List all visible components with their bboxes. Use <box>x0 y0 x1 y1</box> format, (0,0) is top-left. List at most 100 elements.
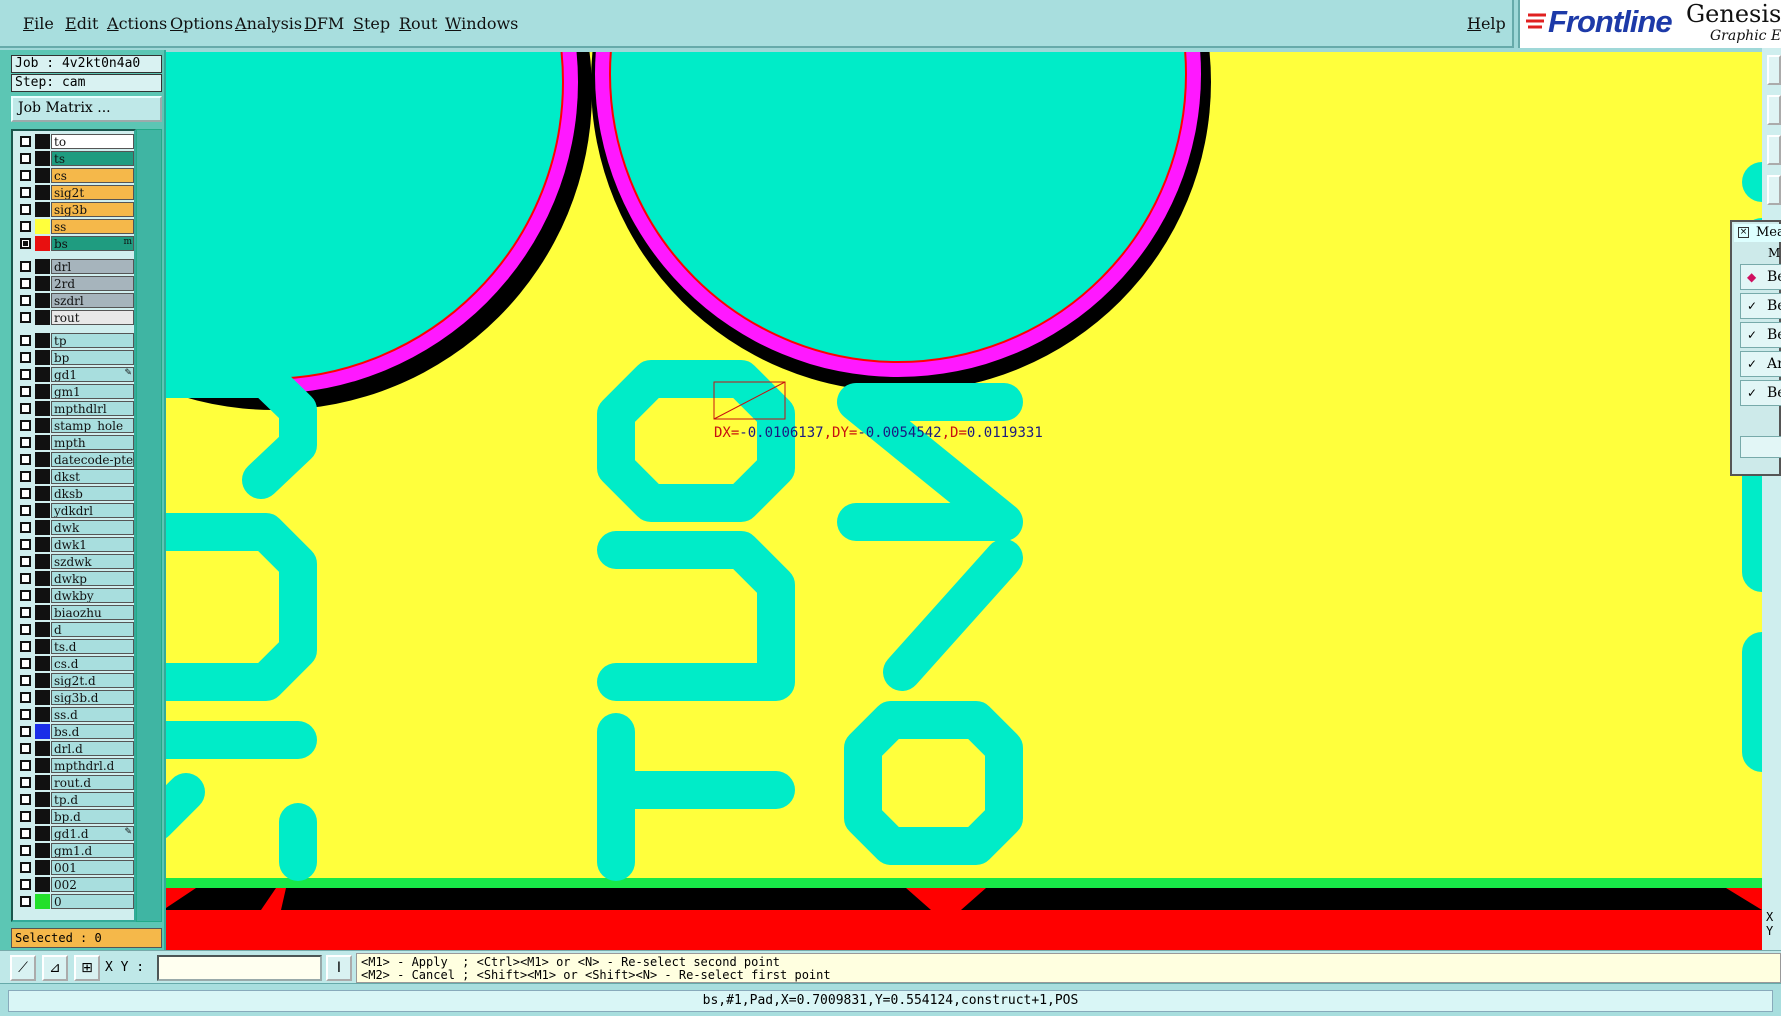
layer-checkbox[interactable] <box>20 828 31 839</box>
layer-name[interactable]: bs <box>51 236 134 251</box>
layer-row[interactable]: 2rd <box>16 276 135 291</box>
layer-row[interactable]: sig3b.d <box>16 690 135 705</box>
layer-checkbox[interactable] <box>20 369 31 380</box>
layer-checkbox[interactable] <box>20 675 31 686</box>
layer-color-swatch[interactable] <box>35 877 50 892</box>
layer-color-swatch[interactable] <box>35 384 50 399</box>
menu-dfm[interactable]: DFM <box>304 14 344 33</box>
layer-name[interactable]: mpthdlrl <box>51 401 134 416</box>
layer-name[interactable]: bp <box>51 350 134 365</box>
layer-checkbox[interactable] <box>20 488 31 499</box>
layer-color-swatch[interactable] <box>35 758 50 773</box>
layer-checkbox[interactable] <box>20 777 31 788</box>
layer-row[interactable]: rout <box>16 310 135 325</box>
layer-row[interactable]: szdrl <box>16 293 135 308</box>
graphic-canvas[interactable]: DX=-0.0106137,DY=-0.0054542,D=0.0119331 <box>166 52 1762 950</box>
layer-color-swatch[interactable] <box>35 293 50 308</box>
layer-color-swatch[interactable] <box>35 168 50 183</box>
layer-name[interactable]: 002 <box>51 877 134 892</box>
layer-checkbox[interactable] <box>20 221 31 232</box>
measure-option-5[interactable]: ✓ Be <box>1740 380 1781 406</box>
layer-name[interactable]: cs.d <box>51 656 134 671</box>
layer-row[interactable]: tp.d <box>16 792 135 807</box>
layer-row[interactable]: drl <box>16 259 135 274</box>
layer-color-swatch[interactable] <box>35 809 50 824</box>
layer-color-swatch[interactable] <box>35 741 50 756</box>
measure-option-1[interactable]: ◆ Be <box>1740 264 1781 290</box>
layer-row[interactable]: ydkdrl <box>16 503 135 518</box>
layer-checkbox[interactable] <box>20 879 31 890</box>
layer-checkbox[interactable] <box>20 352 31 363</box>
layer-row[interactable]: gm1 <box>16 384 135 399</box>
layer-name[interactable]: sig3b <box>51 202 134 217</box>
layer-color-swatch[interactable] <box>35 276 50 291</box>
layer-name[interactable]: gm1 <box>51 384 134 399</box>
layer-checkbox[interactable] <box>20 454 31 465</box>
menu-step[interactable]: Step <box>353 14 390 33</box>
layer-checkbox[interactable] <box>20 204 31 215</box>
layer-checkbox[interactable] <box>20 556 31 567</box>
layer-row[interactable]: sig3b <box>16 202 135 217</box>
layer-row[interactable]: cs <box>16 168 135 183</box>
layer-checkbox[interactable] <box>20 794 31 805</box>
layer-color-swatch[interactable] <box>35 310 50 325</box>
layer-row[interactable]: datecode-pte <box>16 452 135 467</box>
layer-color-swatch[interactable] <box>35 860 50 875</box>
layer-color-swatch[interactable] <box>35 350 50 365</box>
measure-mode-icon[interactable]: ⊿ <box>42 955 68 981</box>
layer-checkbox[interactable] <box>20 261 31 272</box>
layer-checkbox[interactable] <box>20 590 31 601</box>
layer-color-swatch[interactable] <box>35 724 50 739</box>
xy-input[interactable] <box>157 955 322 981</box>
menu-actions[interactable]: Actions <box>107 14 167 33</box>
layer-color-swatch[interactable] <box>35 469 50 484</box>
right-tool-button-2[interactable] <box>1767 95 1781 125</box>
layer-checkbox[interactable] <box>20 709 31 720</box>
layer-row[interactable]: bp.d <box>16 809 135 824</box>
layer-row[interactable]: bp <box>16 350 135 365</box>
layer-color-swatch[interactable] <box>35 690 50 705</box>
menu-options[interactable]: Options <box>170 14 233 33</box>
layer-color-swatch[interactable] <box>35 554 50 569</box>
layer-checkbox[interactable] <box>20 278 31 289</box>
layer-color-swatch[interactable] <box>35 236 50 251</box>
layer-checkbox[interactable] <box>20 726 31 737</box>
layer-checkbox[interactable] <box>20 845 31 856</box>
layer-name[interactable]: bp.d <box>51 809 134 824</box>
layer-row[interactable]: tp <box>16 333 135 348</box>
layer-checkbox[interactable] <box>20 624 31 635</box>
layer-row[interactable]: 0 <box>16 894 135 909</box>
layer-checkbox[interactable] <box>20 437 31 448</box>
layer-checkbox[interactable] <box>20 170 31 181</box>
layer-name[interactable]: ydkdrl <box>51 503 134 518</box>
layer-name[interactable]: biaozhu <box>51 605 134 620</box>
menu-windows[interactable]: Windows <box>445 14 518 33</box>
layer-checkbox[interactable] <box>20 153 31 164</box>
layer-color-swatch[interactable] <box>35 605 50 620</box>
layer-color-swatch[interactable] <box>35 639 50 654</box>
layer-name[interactable]: szdrl <box>51 293 134 308</box>
layer-name[interactable]: drl <box>51 259 134 274</box>
layer-name[interactable]: bs.d <box>51 724 134 739</box>
layer-checkbox[interactable] <box>20 896 31 907</box>
layer-color-swatch[interactable] <box>35 367 50 382</box>
layer-row[interactable]: d <box>16 622 135 637</box>
layer-color-swatch[interactable] <box>35 151 50 166</box>
layer-name[interactable]: dwk <box>51 520 134 535</box>
measure-option-3[interactable]: ✓ Be <box>1740 322 1781 348</box>
close-icon[interactable]: × <box>1738 227 1749 238</box>
layer-color-swatch[interactable] <box>35 520 50 535</box>
layer-color-swatch[interactable] <box>35 792 50 807</box>
layer-name[interactable]: cs <box>51 168 134 183</box>
info-icon[interactable]: I <box>326 955 352 981</box>
layer-row[interactable]: drl.d <box>16 741 135 756</box>
layer-checkbox[interactable] <box>20 295 31 306</box>
menu-rout[interactable]: Rout <box>399 14 437 33</box>
layer-name[interactable]: rout <box>51 310 134 325</box>
layer-checkbox[interactable] <box>20 420 31 431</box>
layer-row[interactable]: sig2t <box>16 185 135 200</box>
layer-checkbox[interactable] <box>20 403 31 414</box>
layer-row[interactable]: biaozhu <box>16 605 135 620</box>
layer-row[interactable]: dwk1 <box>16 537 135 552</box>
layer-row[interactable]: bs.d <box>16 724 135 739</box>
